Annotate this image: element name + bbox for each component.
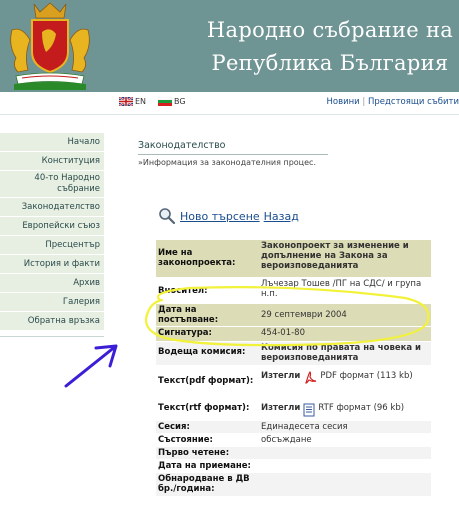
download-pdf-link[interactable]: Изтегли bbox=[261, 371, 300, 381]
row-value-lead-committee: Комисия по правата на човека и вероизпов… bbox=[259, 341, 431, 366]
row-label-promulgation: Обнародване в ДВ бр./година: bbox=[156, 472, 259, 497]
sidebar-item-legislation[interactable]: Законодателство bbox=[0, 198, 104, 217]
sidebar-nav: Начало Конституция 40-то Народно събрани… bbox=[0, 133, 104, 331]
bg-flag-icon bbox=[158, 97, 172, 106]
row-value-status: обсъждане bbox=[259, 433, 431, 447]
table-row: Текст(rtf формат): Изтегли RTF формат (9… bbox=[156, 399, 431, 421]
rtf-document-icon[interactable] bbox=[303, 403, 315, 417]
sidebar-item-european-union[interactable]: Европейски съюз bbox=[0, 217, 104, 236]
row-label-adoption-date: Дата на приемане: bbox=[156, 459, 259, 473]
coat-of-arms-logo[interactable] bbox=[0, 0, 100, 92]
site-title-line-1: Народно събрание на bbox=[206, 18, 454, 42]
row-label-text-rtf: Текст(rtf формат): bbox=[156, 399, 259, 421]
page-subtitle: »Информация за законодателния процес. bbox=[138, 158, 316, 167]
table-row: Дата на постъпване: 29 септември 2004 bbox=[156, 303, 431, 327]
table-row: Състояние: обсъждане bbox=[156, 433, 431, 447]
sidebar-item-feedback[interactable]: Обратна връзка bbox=[0, 312, 104, 331]
bill-info-table: Име на законопроекта: Законопроект за из… bbox=[156, 240, 431, 497]
lang-bg-label: BG bbox=[174, 97, 186, 106]
lang-en-link[interactable]: EN bbox=[119, 97, 146, 106]
new-search-link[interactable]: Ново търсене bbox=[180, 210, 260, 223]
pdf-icon[interactable] bbox=[303, 370, 317, 385]
site-title: Народно събрание на Република България bbox=[205, 14, 455, 80]
row-value-session: Единадесета сесия bbox=[259, 420, 431, 434]
uk-flag-icon bbox=[119, 97, 133, 106]
news-link[interactable]: Новини bbox=[327, 97, 360, 107]
row-label-first-reading: Първо четене: bbox=[156, 446, 259, 460]
top-links: Новини | Предстоящи събити bbox=[327, 97, 459, 107]
main-content: Законодателство »Информация за законодат… bbox=[138, 140, 459, 167]
upcoming-events-link[interactable]: Предстоящи събити bbox=[368, 97, 459, 107]
table-row: Сесия: Единадесета сесия bbox=[156, 420, 431, 434]
row-value-promulgation bbox=[259, 472, 431, 497]
row-value-adoption-date bbox=[259, 459, 431, 473]
search-actions: Ново търсене Назад bbox=[158, 207, 299, 225]
row-value-text-rtf: Изтегли RTF формат (96 kb) bbox=[259, 399, 431, 421]
download-rtf-link[interactable]: Изтегли bbox=[261, 403, 300, 413]
row-label-bill-name: Име на законопроекта: bbox=[156, 240, 259, 278]
sidebar-item-archive[interactable]: Архив bbox=[0, 274, 104, 293]
lang-bg-link[interactable]: BG bbox=[158, 97, 186, 106]
sidebar-item-constitution[interactable]: Конституция bbox=[0, 152, 104, 171]
site-header: Народно събрание на Република България bbox=[0, 0, 459, 92]
row-label-signature: Сигнатура: bbox=[156, 326, 259, 342]
pdf-file-label[interactable]: PDF формат (113 kb) bbox=[320, 371, 412, 381]
annotation-arrow bbox=[64, 344, 118, 388]
back-link[interactable]: Назад bbox=[264, 210, 299, 223]
row-value-submitter: Лъчезар Тошев /ПГ на СДС/ и група н.п. bbox=[259, 277, 431, 304]
sidebar-item-press-center[interactable]: Пресцентър bbox=[0, 236, 104, 255]
row-label-submitter: Вносител: bbox=[156, 277, 259, 304]
sidebar-item-home[interactable]: Начало bbox=[0, 133, 104, 152]
site-title-line-2: Република България bbox=[211, 51, 449, 75]
table-row: Водеща комисия: Комисия по правата на чо… bbox=[156, 341, 431, 366]
table-row: Първо четене: bbox=[156, 446, 431, 460]
page-title: Законодателство bbox=[138, 140, 226, 151]
row-value-date-received: 29 септември 2004 bbox=[259, 303, 431, 327]
table-row: Име на законопроекта: Законопроект за из… bbox=[156, 240, 431, 278]
table-row: Дата на приемане: bbox=[156, 459, 431, 473]
table-row: Сигнатура: 454-01-80 bbox=[156, 326, 431, 342]
row-value-signature: 454-01-80 bbox=[259, 326, 431, 342]
table-row: Обнародване в ДВ бр./година: bbox=[156, 472, 431, 497]
language-bar: EN BG Новини | Предстоящи събити bbox=[0, 92, 459, 114]
row-label-status: Състояние: bbox=[156, 433, 259, 447]
sidebar-item-gallery[interactable]: Галерия bbox=[0, 293, 104, 312]
search-magnifier-icon[interactable] bbox=[158, 207, 176, 225]
page-title-rule bbox=[138, 154, 328, 155]
row-label-text-pdf: Текст(pdf формат): bbox=[156, 365, 259, 400]
sidebar-item-40th-assembly[interactable]: 40-то Народно събрание bbox=[0, 171, 104, 198]
sidebar-bottom-rule bbox=[0, 336, 104, 337]
row-label-session: Сесия: bbox=[156, 420, 259, 434]
table-row: Вносител: Лъчезар Тошев /ПГ на СДС/ и гр… bbox=[156, 277, 431, 304]
lang-en-label: EN bbox=[135, 97, 147, 106]
table-row: Текст(pdf формат): Изтегли PDF формат (1… bbox=[156, 365, 431, 400]
row-value-first-reading bbox=[259, 446, 431, 460]
top-links-separator: | bbox=[362, 97, 366, 107]
langbar-divider bbox=[0, 114, 459, 115]
row-value-text-pdf: Изтегли PDF формат (113 kb) bbox=[259, 365, 431, 400]
row-label-date-received: Дата на постъпване: bbox=[156, 303, 259, 327]
row-value-bill-name: Законопроект за изменение и допълнение н… bbox=[259, 240, 431, 278]
row-label-lead-committee: Водеща комисия: bbox=[156, 341, 259, 366]
sidebar-item-history-facts[interactable]: История и факти bbox=[0, 255, 104, 274]
rtf-file-label[interactable]: RTF формат (96 kb) bbox=[318, 403, 404, 413]
